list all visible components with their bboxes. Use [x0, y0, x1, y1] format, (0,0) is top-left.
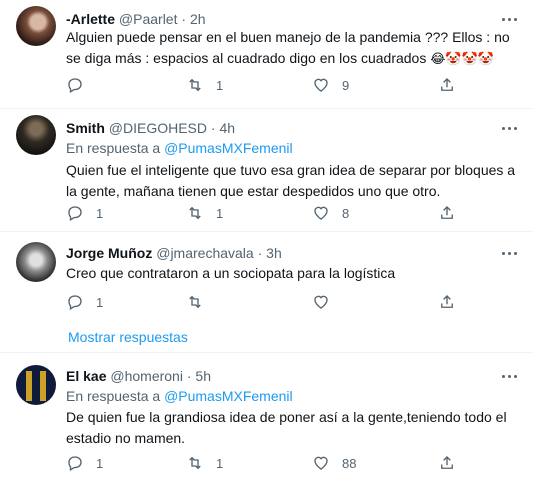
like-button[interactable]: 88	[312, 453, 356, 473]
avatar-logo	[26, 371, 32, 401]
retweet-icon	[189, 206, 201, 220]
timestamp[interactable]: 3h	[266, 245, 282, 261]
tweet-header: El kae @homeroni · 5h	[66, 367, 211, 385]
tweet-text: Creo que contrataron a un sociopata para…	[66, 263, 516, 284]
reply-button[interactable]: 1	[66, 203, 103, 223]
retweet-icon	[189, 456, 201, 470]
show-replies-link[interactable]: Mostrar respuestas	[68, 329, 188, 345]
retweet-count: 1	[216, 205, 224, 221]
avatar[interactable]	[16, 6, 56, 46]
author-handle[interactable]: @DIEGOHESD	[109, 120, 207, 136]
like-icon	[314, 78, 328, 92]
retweet-icon	[189, 78, 201, 92]
reply-context: En respuesta a @PumasMXFemenil	[66, 387, 293, 405]
retweet-button[interactable]: 1	[186, 453, 223, 473]
timestamp[interactable]: 5h	[195, 368, 211, 384]
retweet-icon	[189, 295, 201, 309]
retweet-button[interactable]: 1	[186, 75, 223, 95]
more-icon[interactable]	[501, 367, 519, 385]
like-count: 9	[342, 77, 350, 93]
like-button[interactable]	[312, 292, 330, 312]
reply-count: 1	[96, 294, 104, 310]
like-count: 88	[342, 455, 357, 471]
author-name[interactable]: El kae	[66, 368, 106, 384]
retweet-button[interactable]	[186, 292, 204, 312]
more-icon[interactable]	[501, 119, 519, 137]
author-name[interactable]: Smith	[66, 120, 105, 136]
reply-icon	[68, 295, 82, 310]
share-button[interactable]	[438, 203, 456, 223]
tweet-header: Smith @DIEGOHESD · 4h	[66, 119, 235, 137]
tweet[interactable]: El kae @homeroni · 5h En respuesta a @Pu…	[0, 353, 533, 487]
like-icon	[314, 206, 328, 220]
tweet-text: De quien fue la grandiosa idea de poner …	[66, 407, 516, 449]
author-name[interactable]: Jorge Muñoz	[66, 245, 152, 261]
tweet-text-content: Creo que contrataron a un sociopata para…	[66, 265, 396, 281]
tweet-text: Quien fue el inteligente que tuvo esa gr…	[66, 160, 516, 202]
author-name[interactable]: -Arlette	[66, 11, 115, 27]
timestamp[interactable]: 4h	[219, 120, 235, 136]
tweet-text-content: Quien fue el inteligente que tuvo esa gr…	[66, 162, 516, 199]
reply-count: 1	[96, 455, 104, 471]
more-icon[interactable]	[501, 10, 519, 28]
author-handle[interactable]: @jmarechavala	[156, 245, 253, 261]
tweet[interactable]: -Arlette @Paarlet · 2h Alguien puede pen…	[0, 0, 533, 108]
like-icon	[314, 295, 328, 309]
tweet-header: -Arlette @Paarlet · 2h	[66, 10, 206, 28]
separator-dot: ·	[186, 368, 192, 384]
share-icon	[441, 456, 453, 469]
tweet-text-content: De quien fue la grandiosa idea de poner …	[66, 409, 507, 446]
tweet-text: Alguien puede pensar en el buen manejo d…	[66, 27, 516, 69]
like-count: 8	[342, 205, 350, 221]
tweet-actions: 1	[66, 292, 506, 312]
author-handle[interactable]: @Paarlet	[119, 11, 178, 27]
avatar[interactable]	[16, 242, 56, 282]
share-button[interactable]	[438, 75, 456, 95]
tweet[interactable]: Smith @DIEGOHESD · 4h En respuesta a @Pu…	[0, 109, 533, 231]
retweet-count: 1	[216, 77, 224, 93]
tweet-header: Jorge Muñoz @jmarechavala · 3h	[66, 244, 282, 262]
separator-dot: ·	[257, 245, 263, 261]
share-button[interactable]	[438, 292, 456, 312]
reply-mention-link[interactable]: @PumasMXFemenil	[164, 140, 293, 156]
reply-button[interactable]: 1	[66, 292, 103, 312]
share-icon	[441, 295, 453, 308]
reply-to-label: En respuesta a	[66, 140, 161, 156]
reply-button[interactable]: 1	[66, 453, 103, 473]
tweet-emojis: 😂🤡🤡🤡	[430, 51, 494, 66]
tweet-actions: 1 1 8	[66, 203, 506, 223]
reply-icon	[68, 456, 82, 471]
reply-context: En respuesta a @PumasMXFemenil	[66, 139, 293, 157]
reply-icon	[68, 206, 82, 221]
reply-mention-link[interactable]: @PumasMXFemenil	[164, 388, 293, 404]
share-button[interactable]	[438, 453, 456, 473]
more-icon[interactable]	[501, 244, 519, 262]
separator-dot: ·	[181, 11, 187, 27]
share-icon	[441, 206, 453, 219]
avatar-logo	[40, 371, 46, 401]
separator-dot: ·	[210, 120, 216, 136]
retweet-count: 1	[216, 455, 224, 471]
like-button[interactable]: 8	[312, 203, 349, 223]
reply-to-label: En respuesta a	[66, 388, 161, 404]
avatar[interactable]	[16, 115, 56, 155]
tweet-actions: 1 9	[66, 75, 506, 95]
reply-icon	[68, 78, 82, 93]
like-icon	[314, 456, 328, 470]
tweet[interactable]: Jorge Muñoz @jmarechavala · 3h Creo que …	[0, 232, 533, 324]
tweet-actions: 1 1 88	[66, 453, 506, 473]
reply-button[interactable]	[66, 75, 96, 95]
like-button[interactable]: 9	[312, 75, 349, 95]
share-icon	[441, 78, 453, 91]
retweet-button[interactable]: 1	[186, 203, 223, 223]
timestamp[interactable]: 2h	[190, 11, 206, 27]
avatar[interactable]	[16, 365, 56, 405]
reply-count: 1	[96, 205, 104, 221]
author-handle[interactable]: @homeroni	[110, 368, 183, 384]
